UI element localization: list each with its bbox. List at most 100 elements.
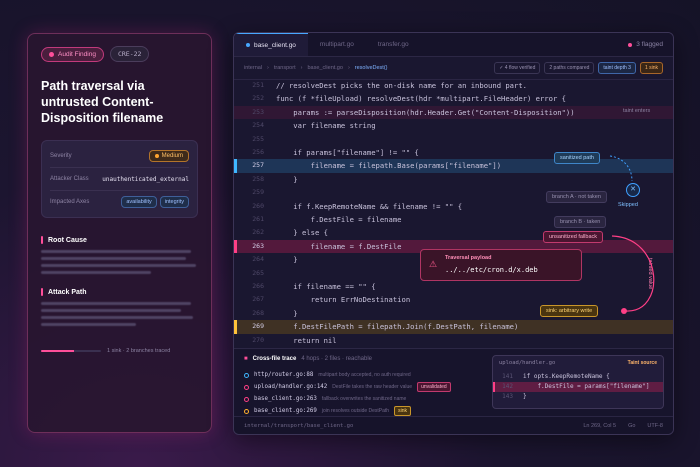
trace-description: multipart body accepted, no auth require… [318, 372, 411, 378]
code-line[interactable]: 258 } [234, 173, 673, 186]
skipped-close-icon[interactable]: ✕ [626, 183, 640, 197]
code-line[interactable]: 257 filename = filepath.Base(params["fil… [234, 159, 673, 173]
line-number[interactable]: 264 [234, 253, 276, 266]
trace-tag: unvalidated [417, 382, 451, 392]
trace-location[interactable]: http/router.go:88 [254, 372, 313, 378]
code-line[interactable]: 255 [234, 133, 673, 146]
peek-line[interactable]: 141 if opts.KeepRemoteName { [493, 372, 663, 382]
line-number[interactable]: 269 [234, 320, 276, 333]
flagged-count[interactable]: 3 flagged [628, 33, 673, 56]
line-number[interactable]: 266 [234, 280, 276, 293]
code-line[interactable]: 254 var filename string [234, 119, 673, 132]
trace-row[interactable]: http/router.go:88 multipart body accepted… [244, 369, 411, 381]
code-line[interactable]: 262 } else { [234, 226, 673, 239]
code-line[interactable]: 266 if filename == "" { [234, 280, 673, 293]
attack-path-label: Attack Path [48, 288, 87, 296]
trace-location[interactable]: upload/handler.go:142 [254, 384, 327, 390]
skipped-label: Skipped [618, 202, 638, 208]
progress-bar [41, 350, 101, 352]
code-line[interactable]: 253 params := parseDisposition(hdr.Heade… [234, 105, 673, 120]
tab-multipart[interactable]: multipart.go [308, 33, 366, 56]
pill-paths-compared[interactable]: 2 paths compared [544, 62, 595, 74]
axis-tag-availability[interactable]: availability [121, 196, 157, 208]
code-line[interactable]: 269 f.DestFilePath = filepath.Join(f.Des… [234, 320, 673, 334]
line-number[interactable]: 270 [234, 334, 276, 347]
line-number[interactable]: 262 [234, 226, 276, 239]
severity-dot-icon [154, 154, 159, 158]
line-number[interactable]: 258 [234, 173, 276, 186]
finding-title: Path traversal via untrusted Content-Dis… [41, 79, 164, 125]
breadcrumb-current[interactable]: resolveDest() [355, 65, 388, 71]
status-cursor-position[interactable]: Ln 269, Col 5 [583, 423, 616, 429]
trace-row[interactable]: upload/handler.go:142 DestFile takes the … [244, 381, 451, 393]
status-encoding[interactable]: UTF-8 [647, 423, 663, 429]
line-number[interactable]: 253 [234, 106, 276, 119]
peek-line[interactable]: 142 f.DestFile = params["filename"] [493, 382, 663, 392]
line-number[interactable]: 251 [234, 79, 276, 92]
progress-fill [41, 350, 74, 352]
line-code: if filename == "" { [276, 282, 376, 291]
line-number[interactable]: 257 [234, 159, 276, 172]
code-area[interactable]: 251// resolveDest picks the on-disk name… [234, 79, 673, 379]
axis-tag-integrity[interactable]: integrity [159, 196, 189, 208]
attack-path-heading: Attack Path [41, 288, 198, 296]
flag-dot-icon [628, 42, 633, 47]
pill-flow-verified[interactable]: ✓ 4 flow verified [494, 62, 541, 74]
meta-row-attacker: Attacker Class unauthenticated_external [50, 167, 189, 190]
meta-label: Impacted Axes [50, 199, 90, 205]
status-language[interactable]: Go [628, 423, 635, 429]
line-number[interactable]: 255 [234, 133, 276, 146]
meta-row-severity: Severity Medium [50, 145, 189, 167]
tab-base-client[interactable]: base_client.go [234, 33, 308, 56]
code-line[interactable]: 261 f.DestFile = filename [234, 213, 673, 226]
line-code: return ErrNoDestination [276, 295, 411, 305]
trace-title: Cross-file trace [252, 356, 297, 362]
pill-sink-count[interactable]: 1 sink [639, 62, 663, 74]
status-bar: internal/transport/base_client.go Ln 269… [234, 416, 673, 434]
trace-row[interactable]: base_client.go:263 fallback overwrites th… [244, 393, 406, 405]
line-number[interactable]: 254 [234, 119, 276, 132]
line-number[interactable]: 261 [234, 213, 276, 226]
trace-description: join resolves outside DestPath [321, 408, 390, 414]
trace-tag: sink [394, 406, 411, 416]
trace-node-icon [244, 372, 249, 378]
line-code: filename = filepath.Base(params["filenam… [276, 161, 502, 171]
line-code: // resolveDest picks the on-disk name fo… [276, 81, 527, 90]
line-number[interactable]: 260 [234, 200, 276, 213]
pill-taint-depth[interactable]: taint depth 3 [598, 62, 636, 74]
breadcrumb-item[interactable]: internal [244, 65, 262, 71]
line-number[interactable]: 256 [234, 146, 276, 159]
line-number[interactable]: 267 [234, 293, 276, 306]
section-marker [41, 236, 43, 244]
code-line[interactable]: 259 [234, 186, 673, 199]
code-line[interactable]: 256 if params["filename"] != "" { [234, 146, 673, 159]
line-number[interactable]: 263 [234, 240, 276, 253]
line-code: func (f *fileUpload) resolveDest(hdr *mu… [276, 94, 566, 104]
line-number[interactable]: 259 [234, 186, 276, 199]
line-code: } [276, 308, 298, 318]
status-dot-icon [49, 51, 54, 57]
code-line[interactable]: 260 if f.KeepRemoteName && filename != "… [234, 200, 673, 213]
attack-path-text-redacted [41, 302, 198, 326]
code-line[interactable]: 251// resolveDest picks the on-disk name… [234, 79, 673, 92]
peek-line[interactable]: 143} [493, 392, 663, 402]
trace-location[interactable]: base_client.go:263 [254, 396, 317, 402]
line-code: } else { [276, 228, 328, 238]
code-line[interactable]: 252 func (f *fileUpload) resolveDest(hdr … [234, 92, 673, 105]
breadcrumb-item[interactable]: transport [274, 65, 296, 71]
code-line[interactable]: 268 } [234, 307, 673, 320]
line-number[interactable]: 265 [234, 267, 276, 280]
code-line[interactable]: 267 return ErrNoDestination [234, 293, 673, 306]
line-number[interactable]: 268 [234, 307, 276, 320]
source-peek[interactable]: upload/handler.go Taint source 141 if opt… [492, 355, 664, 409]
annotation-sink: sink: arbitrary write [540, 305, 599, 317]
trace-bullet-icon: ■ [244, 356, 248, 362]
peek-source-label: Taint source [627, 360, 657, 366]
breadcrumb-item[interactable]: base_client.go [307, 65, 342, 71]
tab-transfer[interactable]: transfer.go [366, 33, 421, 56]
line-code: } [276, 174, 298, 184]
line-number[interactable]: 252 [234, 92, 276, 105]
trace-location[interactable]: base_client.go:269 [254, 408, 317, 414]
code-line[interactable]: 270 return nil [234, 334, 673, 347]
flagged-label: 3 flagged [636, 41, 663, 48]
